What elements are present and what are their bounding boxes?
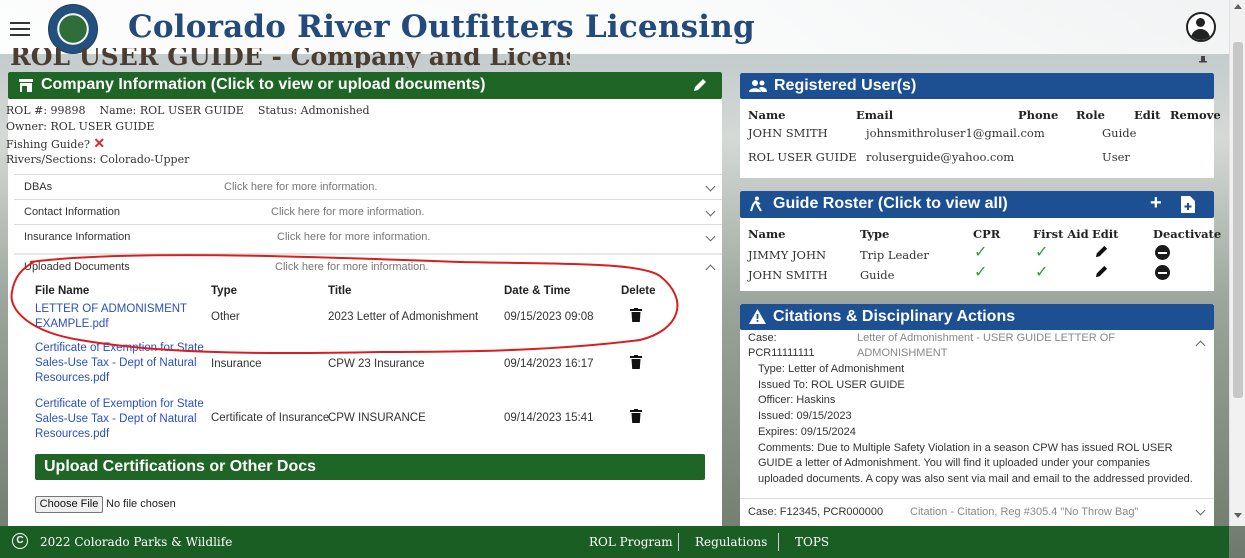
hiking-icon <box>750 196 762 212</box>
guide-roster-title: Guide Roster (Click to view all) <box>773 195 1008 212</box>
citation-comments: Comments: Due to Multiple Safety Violati… <box>758 442 1173 454</box>
citation-expires: Expires: 09/15/2024 <box>758 426 856 438</box>
registered-users-header[interactable]: Registered User(s) <box>740 73 1214 99</box>
citations-header[interactable]: Citations & Disciplinary Actions <box>740 304 1214 330</box>
citation-comments: uploaded documents. A copy was also sent… <box>758 473 1193 485</box>
copyright-text: 2022 Colorado Parks & Wildlife <box>40 535 233 549</box>
registered-users-title: Registered User(s) <box>774 77 917 94</box>
scroll-down-icon[interactable] <box>1234 513 1242 518</box>
pencil-icon[interactable] <box>1094 264 1109 279</box>
choose-file-button[interactable]: Choose File <box>35 496 103 513</box>
group-icon <box>749 80 767 92</box>
footer-link-rol-program[interactable]: ROL Program <box>589 535 673 549</box>
citation-issued: Issued: 09/15/2023 <box>758 410 852 422</box>
user-email: johnsmithroluser1@gmail.com <box>866 126 1045 140</box>
check-icon: ✓ <box>1035 244 1049 261</box>
guide-name: JIMMY JOHN <box>748 248 827 262</box>
check-icon: ✓ <box>974 264 988 281</box>
upload-docs-title: Upload Certifications or Other Docs <box>44 458 317 475</box>
case-label: Case: <box>748 332 777 344</box>
case-desc: Letter of Admonishment - USER GUIDE LETT… <box>857 332 1115 344</box>
roster-col-deactivate: Deactivate <box>1153 227 1222 241</box>
roster-col-first-aid: First Aid <box>1033 227 1089 241</box>
account-circle-icon[interactable] <box>1186 12 1216 42</box>
roster-col-name: Name <box>748 227 786 241</box>
doc-type: Certificate of Insurance <box>211 412 330 424</box>
doc-date: 09/14/2023 15:41 <box>504 412 594 424</box>
user-email: roluserguide@yahoo.com <box>866 150 1015 164</box>
footer-link-regulations[interactable]: Regulations <box>695 535 767 549</box>
users-col-email: Email <box>856 108 894 122</box>
users-col-remove: Remove <box>1170 108 1221 122</box>
guide-name: JOHN SMITH <box>748 268 828 282</box>
citation-type: Type: Letter of Admonishment <box>758 363 905 375</box>
users-col-role: Role <box>1076 108 1105 122</box>
roster-col-type: Type <box>860 227 890 241</box>
user-name: ROL USER GUIDE <box>748 150 857 164</box>
page-scrollbar[interactable] <box>1229 0 1245 526</box>
copyright-icon: C <box>12 533 28 549</box>
guide-type: Trip Leader <box>860 248 929 262</box>
warning-icon <box>749 309 766 324</box>
doc-title: CPW INSURANCE <box>328 412 426 424</box>
guide-type: Guide <box>860 268 895 282</box>
check-icon: ✓ <box>974 244 988 261</box>
roster-col-edit: Edit <box>1092 227 1119 241</box>
case-id: PCR11111111 <box>748 347 815 359</box>
divider <box>740 498 1214 499</box>
user-role: Guide <box>1102 126 1137 140</box>
pencil-icon[interactable] <box>1094 244 1109 259</box>
deactivate-icon[interactable] <box>1155 265 1170 280</box>
footer: C 2022 Colorado Parks & Wildlife ROL Pro… <box>0 526 1229 558</box>
page-heading: ROL USER GUIDE - Company and License Inf… <box>10 48 570 68</box>
citation-officer: Officer: Haskins <box>758 394 836 406</box>
deactivate-icon[interactable] <box>1155 245 1170 260</box>
no-file-label: No file chosen <box>106 498 176 510</box>
users-col-name: Name <box>748 108 786 122</box>
user-role: User <box>1102 150 1130 164</box>
check-icon: ✓ <box>1035 264 1049 281</box>
add-icon[interactable]: + <box>1150 192 1162 215</box>
roster-col-cpr: CPR <box>973 227 1001 241</box>
case-desc: Citation - Citation, Reg #305.4 "No Thro… <box>910 506 1139 518</box>
guide-roster-header[interactable]: Guide Roster (Click to view all) + <box>740 191 1214 218</box>
footer-separator <box>678 533 679 551</box>
users-col-edit: Edit <box>1134 108 1161 122</box>
users-col-phone: Phone <box>1018 108 1059 122</box>
footer-link-tops[interactable]: TOPS <box>795 535 829 549</box>
add-document-icon[interactable] <box>1181 196 1195 213</box>
trash-icon[interactable] <box>630 409 642 423</box>
footer-separator <box>778 533 779 551</box>
case-label: Case: F12345, PCR000000 <box>748 506 884 518</box>
citation-issued-to: Issued To: ROL USER GUIDE <box>758 379 905 391</box>
case-desc: ADMONISHMENT <box>857 347 948 359</box>
doc-file-link[interactable]: Certificate of Exemption for State Sales… <box>35 397 205 442</box>
scroll-up-icon[interactable] <box>1234 4 1242 9</box>
citation-comments: GUIDE a letter of Admonishment. You will… <box>758 457 1150 469</box>
pin-icon <box>1199 56 1207 63</box>
citations-title: Citations & Disciplinary Actions <box>773 308 1016 325</box>
upload-docs-header: Upload Certifications or Other Docs <box>35 454 705 480</box>
scrollbar-thumb[interactable] <box>1233 42 1243 398</box>
user-name: JOHN SMITH <box>748 126 828 140</box>
